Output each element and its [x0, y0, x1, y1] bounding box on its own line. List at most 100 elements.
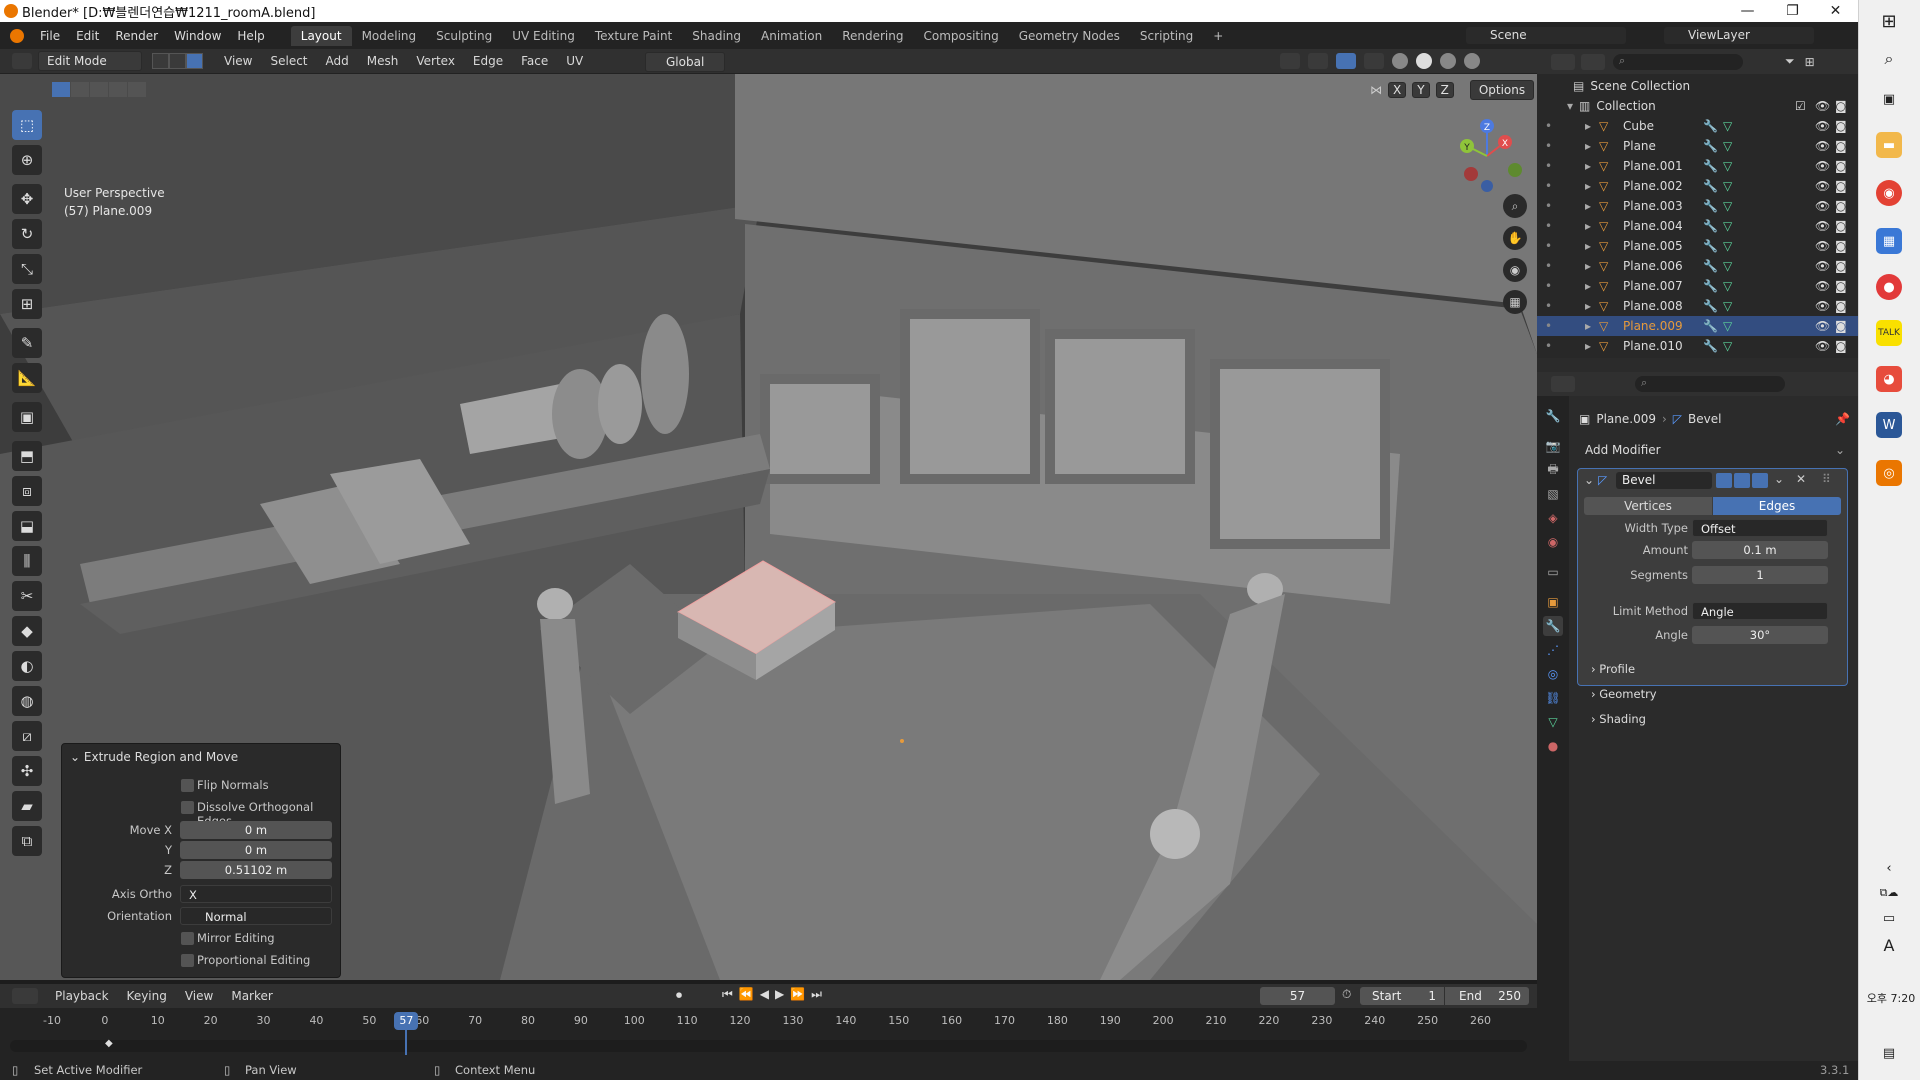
- tray-icons[interactable]: ⧉☁: [1876, 880, 1902, 906]
- select-subtract-icon[interactable]: [90, 82, 108, 97]
- render-camera-icon[interactable]: ◙: [1835, 239, 1847, 253]
- outliner-item[interactable]: • ▸ ▽ Plane.009 🔧 ▽ 👁 ◙: [1537, 316, 1858, 336]
- output-tab-icon[interactable]: 🖶: [1543, 460, 1563, 480]
- pin-icon[interactable]: 📌: [1835, 412, 1850, 426]
- menu-render[interactable]: Render: [107, 29, 166, 43]
- xray-toggle-icon[interactable]: [1364, 53, 1384, 69]
- mesh-data-icon[interactable]: ▽: [1723, 119, 1732, 133]
- modifier-wrench-icon[interactable]: 🔧: [1703, 319, 1718, 333]
- menu-face[interactable]: Face: [512, 54, 557, 68]
- blender-taskbar-icon[interactable]: ◎: [1876, 460, 1902, 486]
- modifier-tab-icon[interactable]: 🔧: [1543, 616, 1563, 636]
- menu-add[interactable]: Add: [317, 54, 358, 68]
- visibility-dot-icon[interactable]: •: [1545, 299, 1552, 313]
- grid-icon[interactable]: ▦: [1503, 290, 1527, 314]
- collection-eye-icon[interactable]: 👁: [1815, 99, 1830, 113]
- add-modifier-button[interactable]: Add Modifier ⌄: [1579, 440, 1849, 460]
- render-camera-icon[interactable]: ◙: [1835, 219, 1847, 233]
- view-layer-tab-icon[interactable]: ▧: [1543, 484, 1563, 504]
- expand-arrow-icon[interactable]: ▸: [1585, 119, 1591, 133]
- outliner-item[interactable]: • ▸ ▽ Cube 🔧 ▽ 👁 ◙: [1537, 116, 1858, 136]
- mesh-data-icon[interactable]: ▽: [1723, 319, 1732, 333]
- mesh-data-icon[interactable]: ▽: [1723, 159, 1732, 173]
- bevel-icon[interactable]: ⬓: [12, 511, 42, 541]
- visibility-dot-icon[interactable]: •: [1545, 339, 1552, 353]
- expand-arrow-icon[interactable]: ▸: [1585, 339, 1591, 353]
- transform-orientation-selector[interactable]: Global: [645, 52, 725, 72]
- tab-uv-editing[interactable]: UV Editing: [502, 26, 585, 46]
- scene-collection-row[interactable]: ▤ Scene Collection: [1537, 76, 1858, 96]
- add-cube-icon[interactable]: ▣: [12, 402, 42, 432]
- menu-edge[interactable]: Edge: [464, 54, 512, 68]
- rotate-icon[interactable]: ↻: [12, 219, 42, 249]
- minimize-button[interactable]: —: [1725, 0, 1770, 22]
- expand-arrow-icon[interactable]: ▸: [1585, 279, 1591, 293]
- dissolve-checkbox[interactable]: [181, 801, 194, 814]
- rip-region-icon[interactable]: ⧉: [12, 826, 42, 856]
- axis-x-toggle[interactable]: X: [1388, 82, 1407, 98]
- cursor-icon[interactable]: ⊕: [12, 145, 42, 175]
- modifier-wrench-icon[interactable]: 🔧: [1703, 259, 1718, 273]
- profile-subpanel[interactable]: › Profile: [1591, 662, 1635, 676]
- knife-icon[interactable]: ✂: [12, 581, 42, 611]
- close-button[interactable]: ✕: [1813, 0, 1858, 22]
- playback-controls[interactable]: ⏮⏪◀▶⏩⏭: [722, 987, 828, 1002]
- drag-handle-icon[interactable]: ⠿: [1822, 472, 1831, 486]
- shading-solid-icon[interactable]: [1416, 53, 1432, 69]
- width-type-dropdown[interactable]: Offset: [1692, 519, 1828, 537]
- vertex-select-icon[interactable]: [152, 53, 169, 69]
- timeline-scrollbar[interactable]: ◆: [10, 1038, 1527, 1052]
- pan-hand-icon[interactable]: ✋: [1503, 226, 1527, 250]
- navigation-gizmo[interactable]: Z X Y: [1445, 114, 1535, 204]
- measure-icon[interactable]: 📐: [12, 363, 42, 393]
- mesh-data-icon[interactable]: ▽: [1723, 299, 1732, 313]
- tab-vertices[interactable]: Vertices: [1584, 497, 1712, 515]
- object-tab-icon[interactable]: ▣: [1543, 592, 1563, 612]
- calculator-icon[interactable]: ▦: [1876, 228, 1902, 254]
- chevron-left-icon[interactable]: ‹: [1876, 855, 1902, 881]
- geometry-subpanel[interactable]: › Geometry: [1591, 687, 1657, 701]
- menu-vertex[interactable]: Vertex: [407, 54, 464, 68]
- menu-uv[interactable]: UV: [557, 54, 592, 68]
- modifier-wrench-icon[interactable]: 🔧: [1703, 339, 1718, 353]
- tab-layout[interactable]: Layout: [290, 25, 352, 46]
- gizmo-toggle-icon[interactable]: [1308, 53, 1328, 69]
- screen-recorder-icon[interactable]: ●: [1876, 274, 1902, 300]
- scale-icon[interactable]: ⤡: [12, 254, 42, 284]
- select-new-icon[interactable]: [52, 82, 70, 97]
- axis-y-toggle[interactable]: Y: [1412, 82, 1430, 98]
- eye-icon[interactable]: 👁: [1815, 319, 1830, 333]
- marker-menu[interactable]: Marker: [222, 989, 281, 1003]
- record-icon[interactable]: ⏺: [676, 988, 696, 1004]
- expand-arrow-icon[interactable]: ▸: [1585, 259, 1591, 273]
- eye-icon[interactable]: 👁: [1815, 279, 1830, 293]
- modifier-collapse-icon[interactable]: ⌄: [1584, 473, 1594, 487]
- tab-shading[interactable]: Shading: [682, 26, 751, 46]
- expand-arrow-icon[interactable]: ▸: [1585, 159, 1591, 173]
- visibility-icon[interactable]: [1280, 53, 1300, 69]
- outliner-item[interactable]: • ▸ ▽ Plane 🔧 ▽ 👁 ◙: [1537, 136, 1858, 156]
- modifier-wrench-icon[interactable]: 🔧: [1703, 239, 1718, 253]
- options-dropdown[interactable]: Options: [1469, 80, 1535, 100]
- shading-subpanel[interactable]: › Shading: [1591, 712, 1646, 726]
- tab-edges[interactable]: Edges: [1713, 497, 1841, 515]
- shrink-fatten-icon[interactable]: ✣: [12, 756, 42, 786]
- timeline-editor-icon[interactable]: [12, 988, 38, 1004]
- maximize-button[interactable]: ❐: [1770, 0, 1815, 22]
- edit-mode-toggle-icon[interactable]: [1716, 473, 1732, 488]
- render-camera-icon[interactable]: ◙: [1835, 279, 1847, 293]
- filter-icon[interactable]: ⏷: [1785, 54, 1795, 69]
- amount-field[interactable]: 0.1 m: [1692, 541, 1828, 559]
- select-intersect-icon[interactable]: [128, 82, 146, 97]
- app-icon[interactable]: ◕: [1876, 366, 1902, 392]
- properties-editor-icon[interactable]: [1551, 376, 1575, 392]
- expand-arrow-icon[interactable]: ▸: [1585, 179, 1591, 193]
- expand-arrow-icon[interactable]: ▸: [1585, 139, 1591, 153]
- extrude-icon[interactable]: ⬒: [12, 441, 42, 471]
- eye-icon[interactable]: 👁: [1815, 259, 1830, 273]
- outliner-item[interactable]: • ▸ ▽ Plane.001 🔧 ▽ 👁 ◙: [1537, 156, 1858, 176]
- outliner-item[interactable]: • ▸ ▽ Plane.006 🔧 ▽ 👁 ◙: [1537, 256, 1858, 276]
- tab-geometry-nodes[interactable]: Geometry Nodes: [1009, 26, 1130, 46]
- eye-icon[interactable]: 👁: [1815, 199, 1830, 213]
- menu-help[interactable]: Help: [229, 29, 272, 43]
